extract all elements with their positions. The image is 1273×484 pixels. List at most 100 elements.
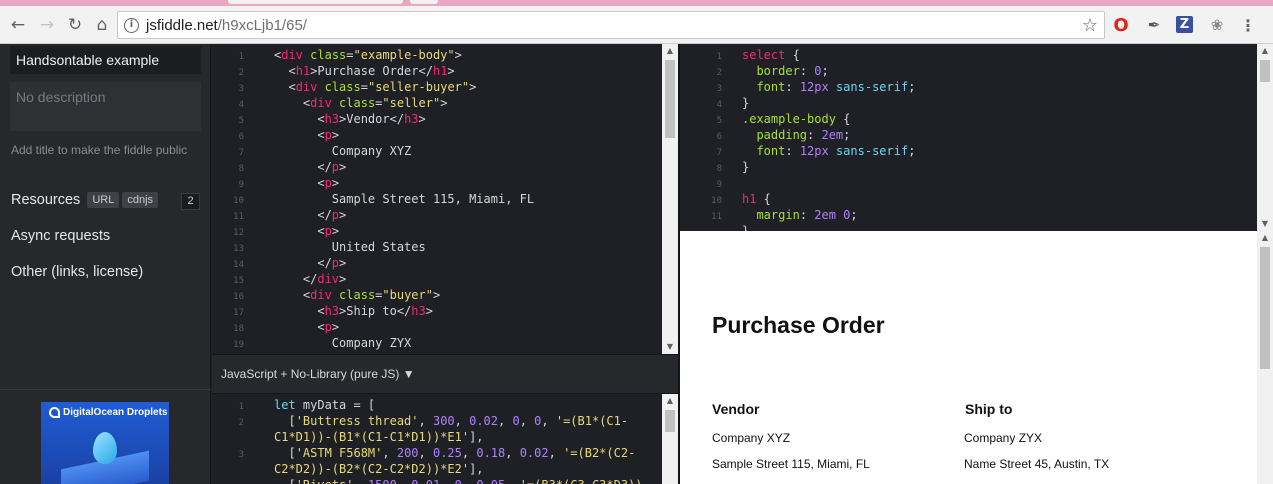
- scrollbar-thumb[interactable]: [1260, 60, 1270, 82]
- scroll-down-icon[interactable]: ▼: [662, 340, 678, 354]
- buyer-company: Company ZYX: [964, 431, 1043, 445]
- purchase-order-heading: Purchase Order: [712, 312, 885, 338]
- line-number: 1: [716, 52, 722, 62]
- line-number: 9: [716, 180, 722, 190]
- line-number: 15: [233, 276, 244, 286]
- bookmark-star-icon[interactable]: ☆: [1082, 15, 1098, 36]
- line-number: 1: [238, 52, 244, 62]
- site-info-icon[interactable]: i: [124, 18, 139, 33]
- browser-window: ← → ↻ ⌂ i jsfiddle.net/h9xcLjb1/65/ ☆ O …: [0, 0, 1273, 484]
- url-text[interactable]: jsfiddle.net/h9xcLjb1/65/: [146, 17, 307, 34]
- line-number: 11: [233, 212, 244, 222]
- line-number: 3: [238, 84, 244, 94]
- line-number: 10: [711, 196, 722, 206]
- line-number: 14: [233, 260, 244, 270]
- ad-illustration-drop: [93, 432, 117, 464]
- vendor-heading: Vendor: [712, 401, 760, 417]
- html-editor[interactable]: 1 2 3 4 5 6 7 8 9 10 11 12 13 14 15 16 1…: [212, 44, 678, 354]
- line-number: 18: [233, 324, 244, 334]
- line-number: 5: [716, 116, 722, 126]
- browser-tab[interactable]: [228, 0, 403, 4]
- line-number: 7: [716, 148, 722, 158]
- line-number: 7: [238, 148, 244, 158]
- line-number: 4: [238, 100, 244, 110]
- line-number: 12: [233, 228, 244, 238]
- html-code[interactable]: <div class="example-body"> <h1>Purchase …: [274, 47, 534, 351]
- js-gutter: 1 2 3: [212, 394, 264, 484]
- css-editor[interactable]: 1 2 3 4 5 6 7 8 9 10 11 select { border:…: [680, 44, 1273, 231]
- line-number: 2: [238, 418, 244, 428]
- html-editor-scrollbar[interactable]: ▲ ▼: [662, 44, 678, 354]
- line-number: 5: [238, 116, 244, 126]
- js-code[interactable]: let myData = [ ['Buttress thread', 300, …: [274, 397, 643, 484]
- other-links-section[interactable]: Other (links, license): [11, 264, 143, 280]
- vendor-company: Company XYZ: [712, 431, 791, 445]
- scroll-up-icon[interactable]: ▲: [1257, 231, 1273, 245]
- new-tab[interactable]: [410, 0, 438, 4]
- line-number: 6: [716, 132, 722, 142]
- line-number: 3: [238, 450, 244, 460]
- line-number: 16: [233, 292, 244, 302]
- line-number: 6: [238, 132, 244, 142]
- line-number: 13: [233, 244, 244, 254]
- js-panel-header: JavaScript + No-Library (pure JS) ▼: [212, 354, 678, 394]
- line-number: 11: [711, 212, 722, 222]
- address-bar[interactable]: i jsfiddle.net/h9xcLjb1/65/ ☆: [117, 11, 1105, 39]
- browser-toolbar: ← → ↻ ⌂ i jsfiddle.net/h9xcLjb1/65/ ☆ O …: [0, 6, 1273, 44]
- async-requests-section[interactable]: Async requests: [11, 228, 110, 244]
- scroll-up-icon[interactable]: ▲: [662, 394, 678, 408]
- scrollbar-thumb[interactable]: [665, 60, 675, 138]
- buyer-address: Name Street 45, Austin, TX: [964, 457, 1110, 471]
- ship-to-heading: Ship to: [965, 401, 1013, 417]
- sidebar-divider: [0, 389, 211, 390]
- line-number: 2: [238, 68, 244, 78]
- line-number: 4: [716, 100, 722, 110]
- css-editor-scrollbar[interactable]: ▲ ▼: [1257, 44, 1273, 231]
- resources-chip-url[interactable]: URL: [87, 192, 120, 208]
- fiddle-title-input[interactable]: Handsontable example: [10, 46, 201, 74]
- line-number: 8: [716, 164, 722, 174]
- digitalocean-logo-icon: [49, 407, 60, 418]
- public-hint: Add title to make the fiddle public: [11, 143, 188, 157]
- html-gutter: 1 2 3 4 5 6 7 8 9 10 11 12 13 14 15 16 1…: [212, 44, 264, 354]
- js-editor[interactable]: 1 2 3 let myData = [ ['Buttress thread',…: [212, 394, 678, 484]
- opera-extension-icon[interactable]: O: [1111, 15, 1131, 36]
- fiddle-description-input[interactable]: No description: [10, 82, 201, 131]
- forward-arrow-icon[interactable]: →: [37, 15, 57, 35]
- resources-section[interactable]: Resources URL cdnjs: [11, 192, 159, 208]
- bug-extension-icon[interactable]: ❀: [1207, 15, 1227, 35]
- line-number: 10: [233, 196, 244, 206]
- scrollbar-thumb[interactable]: [1260, 247, 1270, 369]
- line-number: 8: [238, 164, 244, 174]
- js-editor-scrollbar[interactable]: ▲: [662, 394, 678, 484]
- vendor-address: Sample Street 115, Miami, FL: [712, 457, 870, 471]
- line-number: 3: [716, 84, 722, 94]
- result-scrollbar[interactable]: ▲: [1257, 231, 1273, 484]
- resources-chip-cdnjs[interactable]: cdnjs: [122, 192, 159, 208]
- line-number: 19: [233, 340, 244, 350]
- url-path: /h9xcLjb1/65/: [217, 17, 307, 34]
- home-icon[interactable]: ⌂: [92, 15, 112, 35]
- eyedropper-extension-icon[interactable]: ✒: [1144, 15, 1164, 35]
- reload-icon[interactable]: ↻: [65, 15, 85, 35]
- css-code[interactable]: select { border: 0; font: 12px sans-seri…: [742, 47, 915, 231]
- scroll-down-icon[interactable]: ▼: [1257, 217, 1273, 231]
- line-number: 2: [716, 68, 722, 78]
- scroll-up-icon[interactable]: ▲: [662, 44, 678, 58]
- url-host: jsfiddle.net: [146, 17, 218, 34]
- sponsor-ad[interactable]: DigitalOcean Droplets: [41, 402, 169, 484]
- result-frame[interactable]: Purchase Order Vendor Company XYZ Sample…: [680, 231, 1273, 484]
- resources-count-badge: 2: [181, 193, 200, 210]
- scrollbar-thumb[interactable]: [665, 410, 675, 432]
- css-gutter: 1 2 3 4 5 6 7 8 9 10 11: [680, 44, 732, 231]
- scroll-up-icon[interactable]: ▲: [1257, 44, 1273, 58]
- js-language-dropdown[interactable]: JavaScript + No-Library (pure JS) ▼: [221, 367, 415, 381]
- back-arrow-icon[interactable]: ←: [8, 15, 28, 35]
- browser-menu-icon[interactable]: ⋮: [1238, 15, 1258, 35]
- line-number: 1: [238, 402, 244, 412]
- line-number: 9: [238, 180, 244, 190]
- ad-text: DigitalOcean Droplets: [63, 407, 168, 418]
- fiddle-sidebar: Handsontable example No description Add …: [0, 44, 211, 484]
- zotero-extension-icon[interactable]: Z: [1176, 16, 1193, 33]
- resources-label: Resources: [11, 192, 81, 208]
